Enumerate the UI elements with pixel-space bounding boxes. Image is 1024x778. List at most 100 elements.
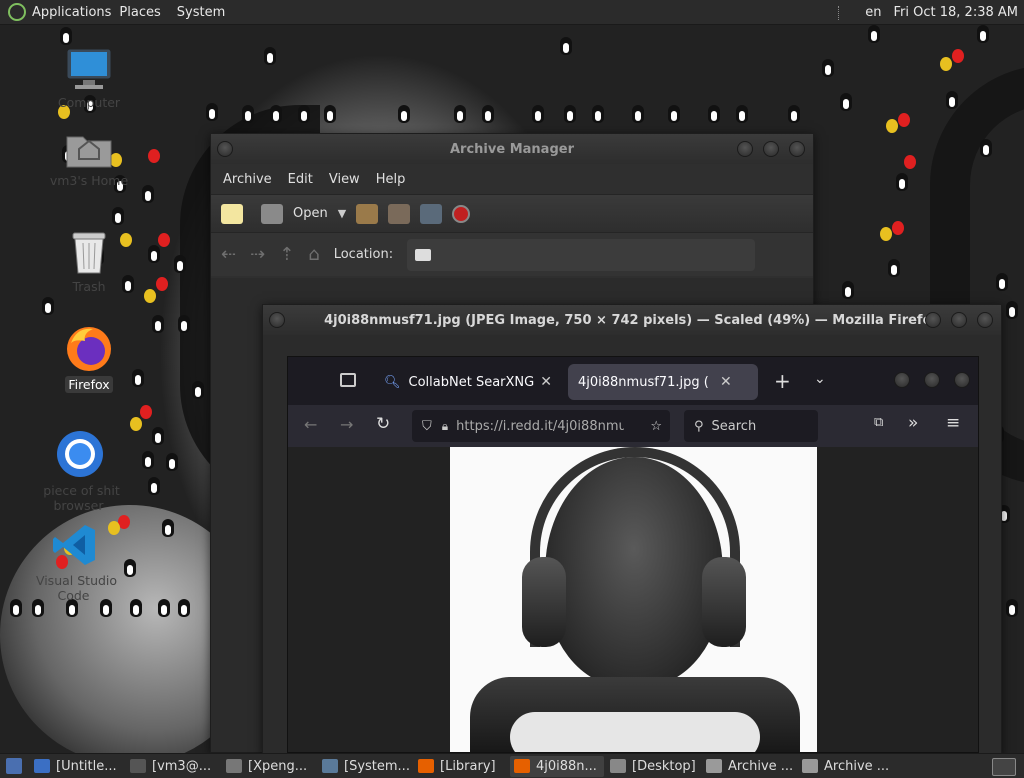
desktop-icon-home[interactable]: vm3's Home	[34, 129, 144, 188]
taskbar-item[interactable]: [Desktop]	[606, 756, 700, 777]
close-button[interactable]	[954, 372, 970, 388]
forward-icon[interactable]: ⇢	[250, 244, 265, 265]
taskbar-item[interactable]: [Xpeng...	[222, 756, 316, 777]
forward-icon[interactable]: →	[340, 415, 353, 434]
maximize-button[interactable]	[924, 372, 940, 388]
close-button[interactable]	[977, 312, 993, 328]
up-icon[interactable]: ⇡	[279, 244, 294, 265]
places-menu[interactable]: Places	[111, 5, 168, 20]
penguin	[172, 255, 188, 275]
penguin	[164, 453, 180, 473]
taskbar-item[interactable]: Archive ...	[702, 756, 796, 777]
menu-view[interactable]: View	[321, 172, 368, 187]
balloon	[148, 149, 160, 163]
tab-searxng[interactable]: 🔍︎ CollabNet SearXNG ✕	[374, 364, 562, 400]
desktop-icon-vscode[interactable]: Visual Studio Code	[20, 521, 130, 603]
menu-help[interactable]: Help	[368, 172, 414, 187]
balloon	[904, 155, 916, 169]
penguin	[40, 297, 56, 317]
extract-icon[interactable]	[356, 203, 379, 224]
jpeg-image[interactable]	[450, 447, 817, 752]
firefox-icon	[67, 327, 111, 371]
balloon	[140, 405, 152, 419]
back-icon[interactable]: ←	[304, 415, 317, 434]
balloon	[892, 221, 904, 235]
taskbar-item[interactable]: 4j0i88n...	[510, 755, 604, 777]
add-files-icon[interactable]	[388, 203, 411, 224]
list-all-tabs-icon[interactable]: ⌄	[814, 371, 826, 387]
new-tab-icon[interactable]: +	[774, 369, 791, 393]
firefox-titlebar[interactable]: 4j0i88nmusf71.jpg (JPEG Image, 750 × 742…	[263, 305, 1001, 335]
applications-menu[interactable]: Applications	[0, 3, 111, 21]
taskbar-item[interactable]: Archive ...	[798, 756, 892, 777]
penguin	[140, 451, 156, 471]
desktop-icon-chrome[interactable]: piece of shit browser	[20, 429, 140, 513]
keyboard-layout-indicator[interactable]: en	[859, 5, 887, 20]
add-folder-icon[interactable]	[420, 203, 443, 224]
app-menu-icon[interactable]: ≡	[946, 413, 960, 433]
firefox-browser[interactable]: 🔍︎ CollabNet SearXNG ✕ 4j0i88nmusf71.jpg…	[287, 356, 979, 753]
desktop-icon-computer[interactable]: Computer	[34, 47, 144, 110]
window-menu-button[interactable]	[269, 312, 285, 328]
home-folder-icon	[66, 136, 112, 168]
window-menu-button[interactable]	[217, 141, 233, 157]
back-icon[interactable]: ⇠	[221, 244, 236, 265]
workspace-switcher[interactable]	[992, 758, 1016, 776]
balloon	[158, 233, 170, 247]
open-button[interactable]: Open	[293, 206, 328, 221]
system-menu[interactable]: System	[169, 5, 233, 20]
show-desktop-left-icon[interactable]	[6, 758, 22, 774]
page-content[interactable]	[288, 447, 978, 752]
minimize-button[interactable]	[894, 372, 910, 388]
desktop-icon-label: Trash	[72, 279, 106, 294]
new-archive-icon[interactable]	[221, 203, 243, 224]
desktop-icon-firefox[interactable]: Firefox	[34, 325, 144, 393]
url-bar[interactable]: ⛉ 🔒︎ https://i.redd.it/4j0i88nmu ☆	[412, 410, 670, 442]
desktop-icon-label: Computer	[57, 95, 121, 110]
penguin	[666, 105, 682, 125]
extensions-icon[interactable]: ⧉	[874, 415, 883, 430]
minimize-button[interactable]	[925, 312, 941, 328]
taskbar-item[interactable]: [Library]	[414, 756, 508, 777]
penguin	[590, 105, 606, 125]
clock[interactable]: Fri Oct 18, 2:38 AM	[888, 5, 1024, 20]
maximize-button[interactable]	[951, 312, 967, 328]
desktop-icon-label: Firefox	[65, 376, 113, 393]
url-text[interactable]: https://i.redd.it/4j0i88nmu	[456, 419, 624, 434]
folder-icon	[610, 759, 626, 773]
taskbar-item[interactable]: [System...	[318, 756, 412, 777]
archive-toolbar: Open ▼	[211, 194, 813, 232]
tab-close-icon[interactable]: ✕	[720, 374, 732, 390]
home-icon[interactable]: ⌂	[308, 244, 319, 265]
menu-edit[interactable]: Edit	[280, 172, 321, 187]
stop-icon[interactable]	[452, 204, 471, 223]
reload-icon[interactable]: ↻	[376, 414, 390, 434]
minimize-button[interactable]	[737, 141, 753, 157]
penguin	[176, 315, 192, 335]
archive-titlebar[interactable]: Archive Manager	[211, 134, 813, 164]
bookmark-star-icon[interactable]: ☆	[650, 419, 662, 434]
shield-icon: ⛉	[422, 418, 432, 434]
vscode-icon	[53, 525, 95, 565]
overflow-menu-icon[interactable]: »	[908, 413, 918, 433]
taskbar-item[interactable]: [Untitle...	[30, 756, 124, 777]
maximize-button[interactable]	[763, 141, 779, 157]
search-bar[interactable]: ⚲ Search	[684, 410, 818, 442]
tab-image[interactable]: 4j0i88nmusf71.jpg (JPEG I ✕	[568, 364, 758, 400]
close-button[interactable]	[789, 141, 805, 157]
taskbar-item-label: Archive ...	[824, 758, 890, 774]
taskbar-item[interactable]: [vm3@...	[126, 756, 220, 777]
menu-archive[interactable]: Archive	[215, 172, 280, 187]
penguin	[944, 91, 960, 111]
location-field[interactable]	[407, 238, 756, 271]
text-editor-icon	[34, 759, 50, 773]
location-label: Location:	[333, 247, 394, 262]
balloon	[886, 119, 898, 133]
desktop-icon-trash[interactable]: Trash	[34, 229, 144, 294]
tab-close-icon[interactable]: ✕	[540, 374, 552, 390]
taskbar-item-label: [Untitle...	[56, 758, 117, 774]
open-dropdown-icon[interactable]: ▼	[338, 207, 346, 220]
taskbar-item-label: Archive ...	[728, 758, 794, 774]
open-archive-icon[interactable]	[261, 203, 283, 224]
firefox-view-icon[interactable]	[340, 373, 356, 387]
